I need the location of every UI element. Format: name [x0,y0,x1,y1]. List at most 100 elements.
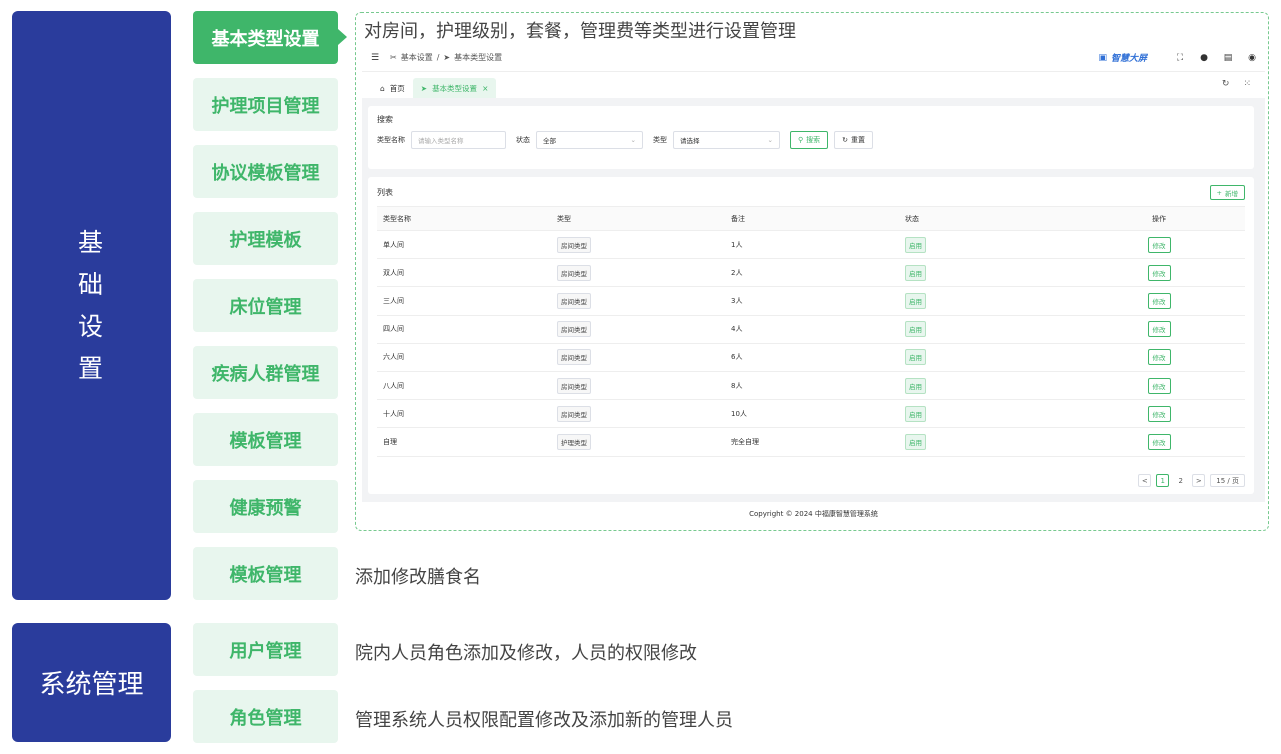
menu-fold-icon[interactable]: ☰ [370,53,380,63]
chevron-down-icon: ⌄ [630,136,636,144]
edit-button[interactable]: 修改 [1147,405,1171,422]
reset-button[interactable]: ↻ 重置 [834,131,874,149]
search-button[interactable]: ⚲ 搜索 [790,131,829,149]
cell-actions: 修改 [1073,264,1245,281]
type-select-value: 请选择 [680,137,700,145]
page-button[interactable]: 2 [1174,474,1187,487]
chevron-down-icon: ⌄ [767,136,773,144]
cell-type: 房间类型 [551,264,725,281]
table-row: 六人间 房间类型 6人 启用 修改 [377,344,1245,372]
tab-home[interactable]: ⌂ 首页 [372,78,413,98]
cell-name: 八人间 [383,381,404,390]
brand-label: 智慧大屏 [1110,54,1147,64]
cell-status: 启用 [899,321,1073,338]
edit-button[interactable]: 修改 [1147,321,1171,338]
edit-button[interactable]: 修改 [1147,377,1171,394]
menu-agreement-templates[interactable]: 协议模板管理 [193,145,338,198]
document-icon[interactable]: ▤ [1223,53,1233,63]
menu-basic-type-settings[interactable]: 基本类型设置 [193,11,338,64]
leaf-icon: ➤ [420,83,428,93]
type-tag: 房间类型 [557,349,591,366]
edit-button[interactable]: 修改 [1147,292,1171,309]
app-footer: Copyright © 2024 中福康智慧管理系统 [362,502,1265,527]
breadcrumb-separator: / [436,53,440,62]
table-row: 双人间 房间类型 2人 启用 修改 [377,259,1245,288]
cell-name: 三人间 [383,296,404,305]
type-tag: 房间类型 [557,405,591,422]
table-row: 八人间 房间类型 8人 启用 修改 [377,372,1245,401]
cell-note: 3人 [731,296,743,305]
cell-type: 房间类型 [551,377,725,394]
menu-care-template[interactable]: 护理模板 [193,212,338,265]
breadcrumb-item[interactable]: 基本设置 [401,52,433,63]
dashboard-icon: ▣ [1098,52,1107,63]
status-label: 状态 [516,136,530,144]
app-topbar: ☰ ✂ 基本设置 / ➤ 基本类型设置 ▣ 智慧大屏 ⛶ ● ▤ ◉ [362,44,1265,72]
status-badge: 启用 [905,377,926,394]
refresh-icon[interactable]: ↻ [1222,79,1230,89]
menu-meal-template-management[interactable]: 模板管理 [193,547,338,600]
cell-type: 护理类型 [551,433,725,450]
menu-care-items[interactable]: 护理项目管理 [193,78,338,131]
status-select[interactable]: 全部 ⌄ [536,131,643,149]
tab-label: 基本类型设置 [432,83,478,93]
edit-button[interactable]: 修改 [1147,349,1171,366]
category-char: 础 [77,269,105,299]
close-icon[interactable]: × [482,84,488,93]
user-avatar-icon[interactable]: ◉ [1247,53,1257,63]
cell-name: 双人间 [383,268,404,277]
category-char: 基 [77,227,105,257]
big-screen-link[interactable]: ▣ 智慧大屏 [1098,51,1147,65]
cell-type: 房间类型 [551,236,725,253]
add-button-label: 新增 [1225,189,1238,198]
status-badge: 启用 [905,433,926,450]
menu-bed-management[interactable]: 床位管理 [193,279,338,332]
cell-actions: 修改 [1073,433,1245,450]
menu-template-management[interactable]: 模板管理 [193,413,338,466]
add-button[interactable]: + 新增 [1209,185,1245,200]
type-name-input[interactable]: 请输入类型名称 [411,131,506,149]
cell-note: 8人 [731,381,743,390]
search-title: 搜索 [377,115,393,124]
menu-disease-groups[interactable]: 疾病人群管理 [193,346,338,399]
edit-button[interactable]: 修改 [1147,433,1171,450]
cell-actions: 修改 [1073,292,1245,309]
tab-label: 首页 [389,83,405,93]
search-panel: 搜索 类型名称 请输入类型名称 状态 全部 ⌄ 类型 请选择 ⌄ ⚲ 搜索 ↻ … [368,106,1254,169]
cell-type: 房间类型 [551,292,725,309]
table-header: 类型名称 类型 备注 状态 操作 [377,207,1245,231]
tab-basic-type-settings[interactable]: ➤ 基本类型设置 × [412,78,497,98]
type-tag: 房间类型 [557,264,591,281]
settings-icon: ✂ [390,53,397,62]
type-tag: 房间类型 [557,236,591,253]
prev-page-button[interactable]: < [1138,474,1152,487]
github-icon[interactable]: ● [1199,53,1209,63]
menu-health-warning[interactable]: 健康预警 [193,480,338,533]
desc-role: 管理系统人员权限配置修改及添加新的管理人员 [355,710,733,731]
expand-icon[interactable]: ⁙ [1243,79,1251,89]
category-label: 系统管理 [39,670,144,700]
cell-actions: 修改 [1073,405,1245,422]
page-button[interactable]: 1 [1156,474,1170,487]
menu-user-management[interactable]: 用户管理 [193,623,338,676]
app-screenshot: ☰ ✂ 基本设置 / ➤ 基本类型设置 ▣ 智慧大屏 ⛶ ● ▤ ◉ ⌂ 首页 … [362,44,1265,527]
edit-button[interactable]: 修改 [1147,264,1171,281]
menu-role-management[interactable]: 角色管理 [193,690,338,743]
type-select[interactable]: 请选择 ⌄ [673,131,780,149]
pagination: < 1 2 > 15 / 页 [1138,474,1245,487]
cell-note: 完全自理 [731,437,759,446]
page-size-value: 15 / 页 [1216,476,1239,485]
type-label: 类型 [653,136,667,144]
category-char: 设 [77,311,105,341]
search-button-label: 搜索 [806,136,821,144]
table-row: 三人间 房间类型 3人 启用 修改 [377,287,1245,316]
type-tag: 房间类型 [557,321,591,338]
edit-button[interactable]: 修改 [1147,236,1171,253]
page-size-select[interactable]: 15 / 页 [1210,474,1245,487]
cell-status: 启用 [899,405,1073,422]
fullscreen-icon[interactable]: ⛶ [1175,53,1185,63]
active-pointer-arrow [338,29,347,45]
cell-status: 启用 [899,377,1073,394]
category-basic-settings: 基 础 设 置 [12,11,171,600]
next-page-button[interactable]: > [1192,474,1206,487]
